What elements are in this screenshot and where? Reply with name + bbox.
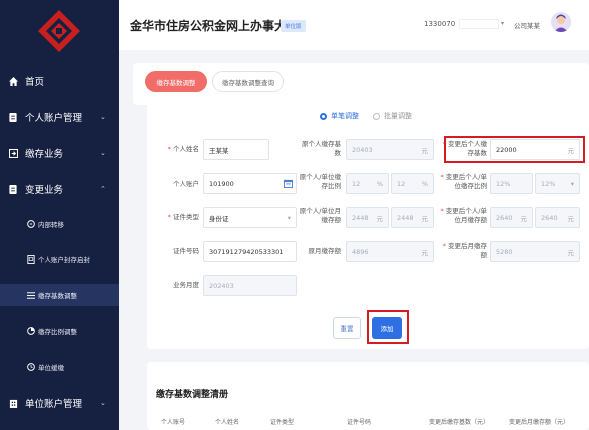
company-name[interactable]: 公司某某: [514, 20, 540, 30]
chevron-down-icon: ▾: [287, 213, 291, 222]
sidebar-subitem-base-adjust[interactable]: 缴存基数调整: [0, 284, 119, 306]
sidebar-item-deposit[interactable]: 缴存业务 ⌄: [0, 143, 119, 163]
sidebar-item-home[interactable]: 首页: [0, 71, 119, 91]
sidebar-item-label: 首页: [25, 77, 45, 88]
add-button-highlight: [367, 310, 409, 344]
orig-total-field: 4896 元: [346, 241, 434, 262]
sidebar-subitem-label: 缴存基数调整: [38, 292, 77, 300]
sidebar-item-unit-account[interactable]: 单位账户管理 ⌄: [0, 393, 119, 413]
name-field[interactable]: 王某某: [203, 139, 269, 160]
chevron-down-icon: ⌄: [100, 149, 106, 157]
orig-base-label: 原个人缴存基数: [302, 140, 341, 157]
sidebar-subitem-transfer[interactable]: 内部转移: [0, 213, 119, 235]
new-total-field: 5280 元: [490, 241, 580, 262]
sidebar-item-label: 个人账户管理: [25, 113, 83, 124]
orig-ratio-unit-field: 12%: [391, 173, 434, 194]
orig-monthly-label: 原个人/单位月缴存额: [299, 207, 341, 224]
orig-monthly-unit-field: 2448 元: [391, 207, 434, 228]
unit-account-icon: [8, 398, 18, 408]
sidebar-subitem-label: 内部转移: [38, 221, 64, 229]
sidebar: 首页 个人账户管理 ⌄ 缴存业务 ⌄ 变更业务 ⌃ 内部转移 个人账户封存启封 …: [0, 0, 119, 430]
account-field[interactable]: 101900: [203, 173, 297, 194]
new-ratio-personal-field: 12%: [490, 173, 533, 194]
name-label: * 个人姓名: [167, 145, 199, 153]
column-header: 个人姓名: [215, 419, 240, 426]
sidebar-subitem-defer[interactable]: 单位缓缴: [0, 356, 119, 378]
orig-monthly-personal-field: 2448 元: [346, 207, 389, 228]
column-header: 变更后月缴存额（元）: [509, 419, 570, 426]
masked-phone-area: [459, 19, 499, 29]
new-ratio-label: * 变更后个人/单位缴存比例: [440, 173, 487, 190]
sidebar-subitem-label: 单位缓缴: [38, 364, 64, 372]
sidebar-item-label: 变更业务: [25, 185, 64, 196]
list-icon: [26, 291, 35, 300]
new-monthly-label: * 变更后个人/单位月缴存额: [440, 207, 487, 224]
new-monthly-personal-field: 2640 元: [490, 207, 533, 228]
adjust-form: 单笔调整 批量调整 * 个人姓名 王某某 原个人缴存基数 20403 元 * 变更…: [147, 99, 589, 349]
user-menu-caret-icon[interactable]: ▾: [501, 20, 504, 27]
orig-ratio-label: 原个人/单位缴存比例: [299, 173, 341, 190]
sidebar-item-personal-account[interactable]: 个人账户管理 ⌄: [0, 107, 119, 127]
column-header: 个人账号: [161, 419, 186, 426]
sidebar-subitem-seal[interactable]: 个人账户封存启封: [0, 248, 119, 270]
radio-single-adjust[interactable]: 单笔调整: [320, 111, 359, 121]
adjust-list-panel: 缴存基数调整清册 个人账号 个人姓名 证件类型 证件号码 变更后缴存基数（元） …: [147, 362, 589, 430]
tab-base-adjust[interactable]: 缴存基数调整: [145, 71, 207, 92]
idtype-label: * 证件类型: [167, 213, 199, 221]
unit-version-badge: 单位版: [281, 20, 306, 32]
radio-checked-icon: [320, 112, 327, 120]
change-icon: [8, 184, 18, 194]
page-title: 金华市住房公积金网上办事大厅: [130, 19, 299, 33]
chevron-up-icon: ⌃: [100, 185, 106, 193]
tab-base-adjust-query[interactable]: 缴存基数调整查询: [212, 71, 284, 92]
idno-label: 证件号码: [173, 247, 199, 255]
column-header: 证件号码: [347, 419, 372, 426]
radio-batch-adjust[interactable]: 批量调整: [373, 111, 412, 121]
pie-icon: [26, 327, 35, 336]
column-header: 变更后缴存基数（元）: [429, 419, 490, 426]
account-label: 个人账户: [173, 180, 199, 188]
orig-total-label: 原月缴存额: [308, 247, 342, 255]
user-account-icon: [8, 112, 18, 122]
idtype-select[interactable]: 身份证 ▾: [203, 207, 297, 228]
sidebar-subitem-ratio-adjust[interactable]: 缴存比例调整: [0, 320, 119, 342]
new-total-label: * 变更后月缴存额: [442, 242, 487, 259]
new-monthly-unit-field: 2640 元: [535, 207, 580, 228]
month-label: 业务月度: [173, 281, 199, 289]
radio-label: 批量调整: [384, 112, 412, 120]
month-field: 202403: [203, 275, 297, 296]
user-phone: 1330070: [424, 20, 456, 28]
top-header: 金华市住房公积金网上办事大厅 单位版 1330070 ▾ 公司某某: [119, 0, 589, 50]
chevron-down-icon: ⌄: [100, 113, 106, 121]
orig-base-field: 20403 元: [346, 139, 434, 160]
sidebar-subitem-label: 个人账户封存启封: [38, 256, 90, 264]
orig-ratio-personal-field: 12%: [346, 173, 389, 194]
new-ratio-unit-select[interactable]: 12% ▾: [535, 173, 580, 194]
deposit-icon: [8, 148, 18, 158]
reset-button[interactable]: 重置: [333, 317, 361, 339]
sidebar-subitem-label: 缴存比例调整: [38, 328, 77, 336]
home-icon: [8, 76, 18, 86]
sidebar-item-change[interactable]: 变更业务 ⌃: [0, 179, 119, 199]
chevron-down-icon: ⌄: [100, 399, 106, 407]
defer-icon: [26, 363, 35, 372]
list-title: 缴存基数调整清册: [156, 390, 229, 400]
idno-field[interactable]: 307191279420533301: [203, 241, 297, 262]
calendar-icon[interactable]: [284, 179, 293, 190]
seal-icon: [26, 254, 35, 264]
chevron-down-icon: ▾: [570, 179, 574, 188]
avatar[interactable]: [551, 12, 571, 32]
transfer-icon: [26, 220, 35, 229]
logo-icon: [38, 10, 80, 52]
radio-unchecked-icon: [373, 112, 380, 120]
new-base-highlight: [444, 136, 585, 163]
sidebar-item-label: 单位账户管理: [25, 399, 83, 410]
sidebar-item-label: 缴存业务: [25, 149, 64, 160]
radio-label: 单笔调整: [331, 112, 359, 120]
column-header: 证件类型: [270, 419, 295, 426]
